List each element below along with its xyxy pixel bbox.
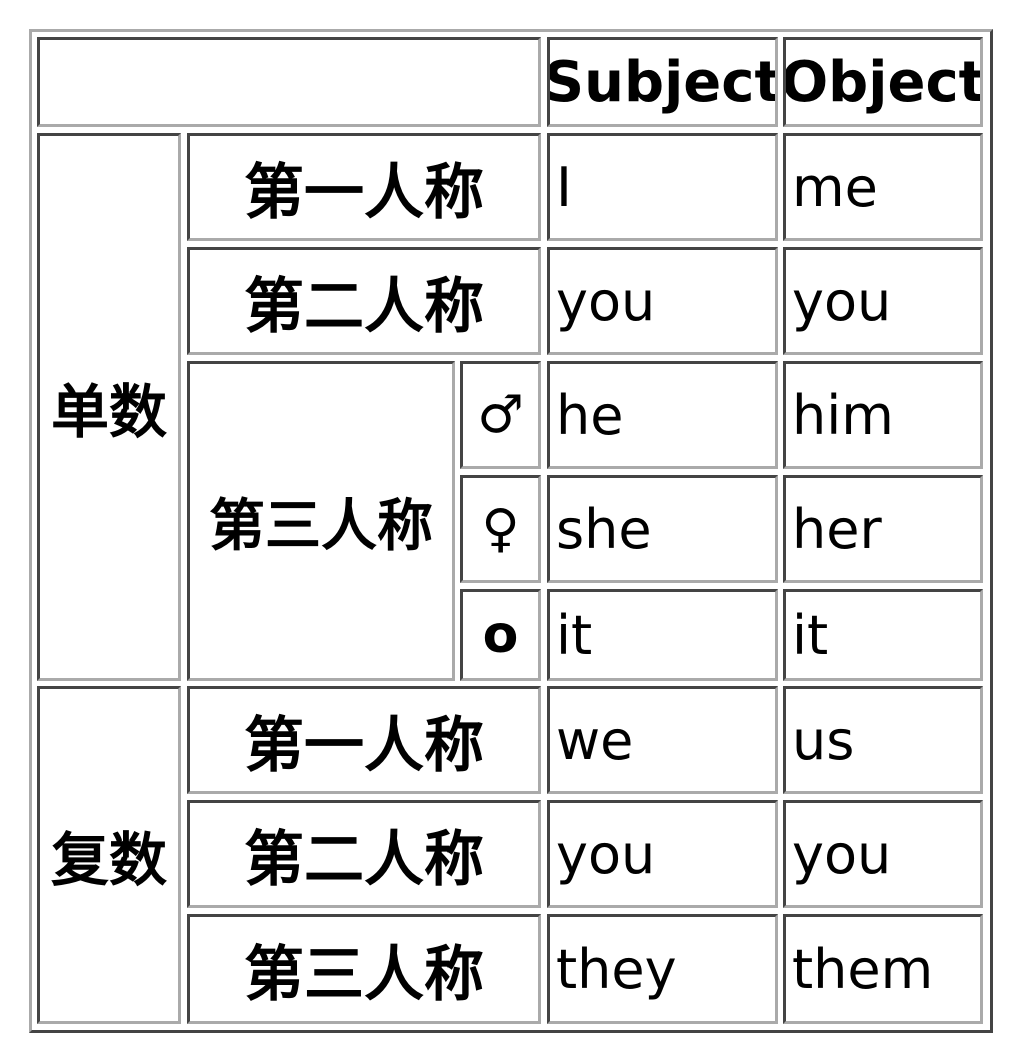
neuter-icon: o	[460, 589, 541, 681]
singular-first-person: 第一人称	[187, 133, 541, 241]
plural-third-object: them	[783, 914, 983, 1024]
header-corner-cell	[37, 37, 541, 127]
singular-third-neuter-subject: it	[547, 589, 778, 681]
plural-second-person: 第二人称	[187, 800, 541, 908]
singular-first-object: me	[783, 133, 983, 241]
singular-second-subject: you	[547, 247, 778, 355]
singular-third-neuter-object: it	[783, 589, 983, 681]
singular-third-masculine-subject: he	[547, 361, 778, 469]
singular-label: 单数	[37, 133, 181, 681]
plural-second-subject: you	[547, 800, 778, 908]
plural-first-subject: we	[547, 686, 778, 794]
singular-third-person: 第三人称	[187, 361, 455, 681]
plural-first-person: 第一人称	[187, 686, 541, 794]
plural-first-object: us	[783, 686, 983, 794]
singular-second-person: 第二人称	[187, 247, 541, 355]
singular-third-feminine-object: her	[783, 475, 983, 583]
plural-second-object: you	[783, 800, 983, 908]
singular-second-object: you	[783, 247, 983, 355]
feminine-icon: ♀	[460, 475, 541, 583]
plural-label: 复数	[37, 686, 181, 1024]
plural-third-person: 第三人称	[187, 914, 541, 1024]
header-subject: Subject	[547, 37, 778, 127]
singular-third-feminine-subject: she	[547, 475, 778, 583]
plural-third-subject: they	[547, 914, 778, 1024]
singular-first-subject: I	[547, 133, 778, 241]
masculine-icon: ♂	[460, 361, 541, 469]
header-object: Object	[783, 37, 983, 127]
singular-third-masculine-object: him	[783, 361, 983, 469]
